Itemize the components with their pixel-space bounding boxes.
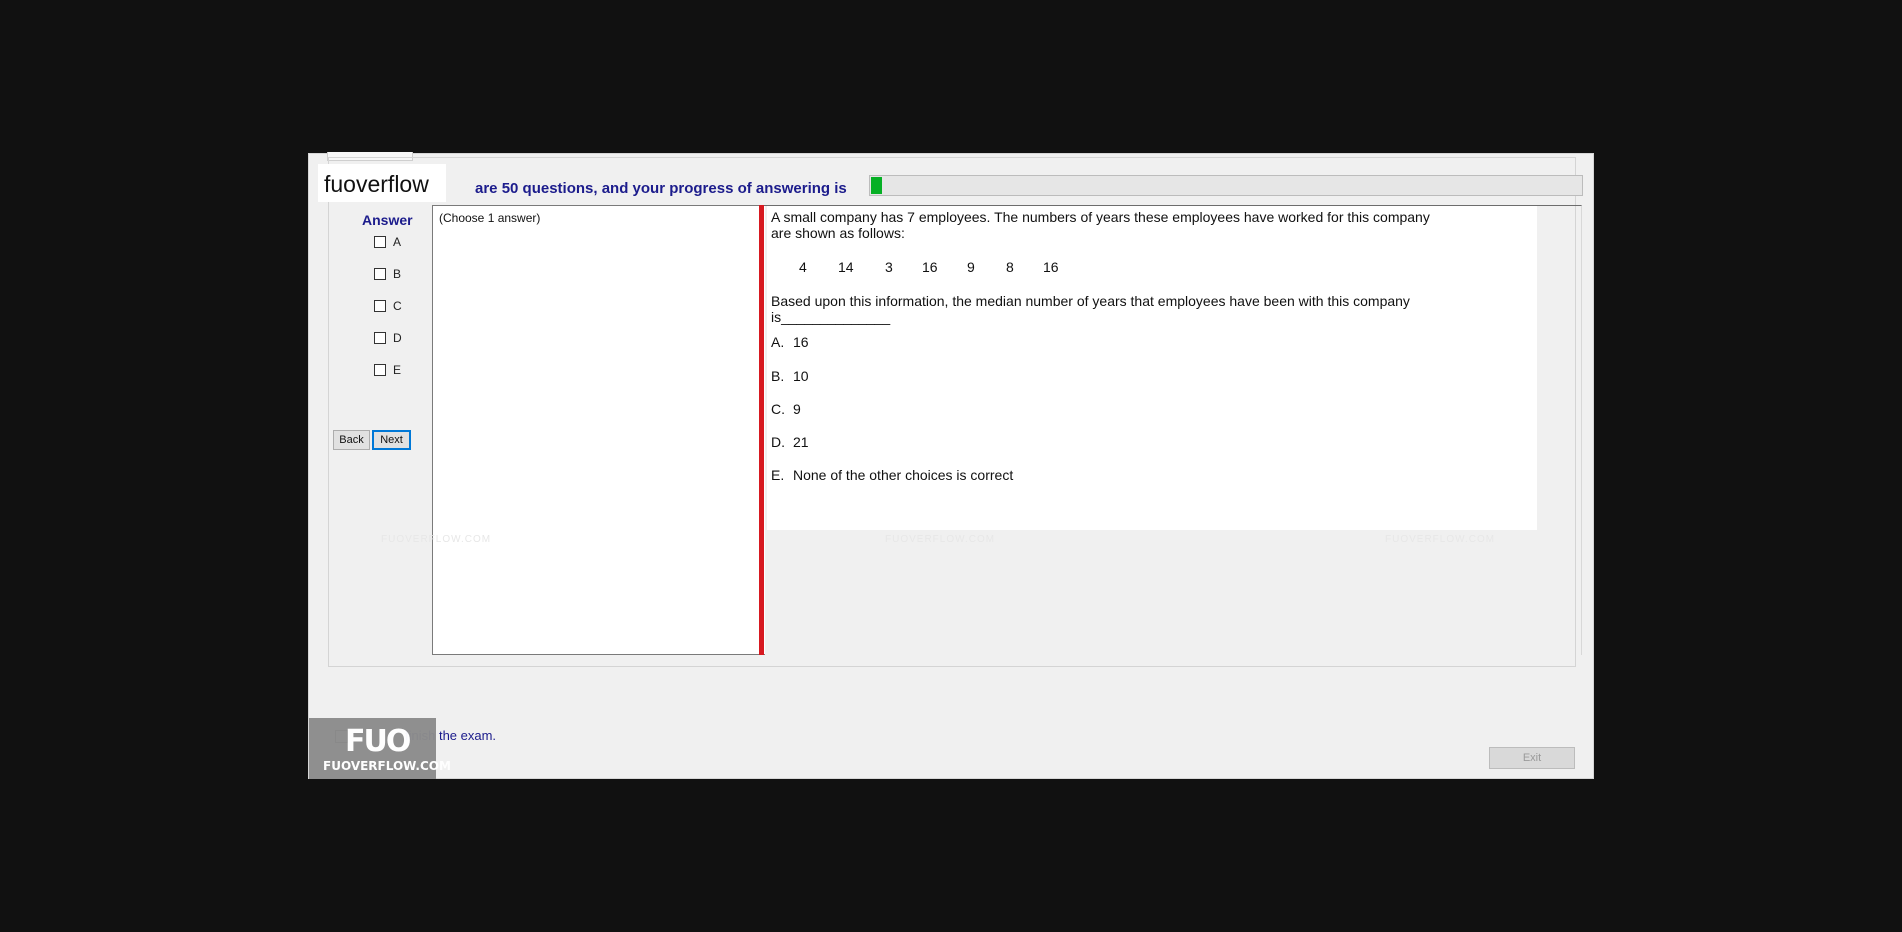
progress-bar (869, 175, 1583, 196)
choice-letter: D. (771, 434, 785, 450)
option-label: C (393, 299, 402, 313)
checkbox[interactable] (374, 300, 386, 312)
fuoverflow-logo: fuoverflow (318, 164, 446, 202)
data-number: 3 (885, 259, 893, 275)
option-label: D (393, 331, 402, 345)
choice-text: None of the other choices is correct (793, 467, 1014, 483)
watermark-text: FUOVERFLOW.COM (381, 534, 492, 545)
question-prompt-2: is______________ (771, 309, 891, 325)
fuoverflow-badge: FUO FUOVERFLOW.COM (309, 718, 451, 779)
choice-d: D. 21 (771, 434, 809, 450)
checkbox[interactable] (374, 236, 386, 248)
choice-c: C. 9 (771, 401, 801, 417)
question-prompt-1: Based upon this information, the median … (771, 293, 1410, 309)
choose-hint: (Choose 1 answer) (439, 211, 541, 225)
checkbox[interactable] (374, 364, 386, 376)
watermark-text: FUOVERFLOW.COM (1385, 534, 1496, 545)
answer-title: Answer (362, 212, 413, 228)
choice-text: 10 (793, 368, 809, 384)
data-number: 14 (838, 259, 854, 275)
data-number: 8 (1006, 259, 1014, 275)
badge-logo: FUO (345, 724, 411, 759)
badge-site: FUOVERFLOW.COM (323, 759, 451, 773)
option-label: A (393, 235, 402, 249)
choice-letter: A. (771, 334, 785, 350)
option-label: B (393, 267, 402, 281)
progress-fill (871, 177, 882, 194)
exam-window: fuoverflow are 50 questions, and your pr… (308, 152, 1594, 779)
choice-text: 16 (793, 334, 809, 350)
option-label: E (393, 363, 402, 377)
watermark-text: FUOVERFLOW.COM (885, 534, 996, 545)
choice-e: E. None of the other choices is correct (771, 467, 1013, 483)
question-line-2: are shown as follows: (771, 225, 905, 241)
data-number: 4 (799, 259, 807, 275)
data-number: 16 (1043, 259, 1059, 275)
next-button[interactable]: Next (372, 430, 411, 450)
progress-label: are 50 questions, and your progress of a… (475, 180, 847, 197)
checkbox[interactable] (374, 332, 386, 344)
choice-letter: C. (771, 401, 785, 417)
choice-a: A. 16 (771, 334, 809, 350)
choice-letter: B. (771, 368, 785, 384)
choice-b: B. 10 (771, 368, 809, 384)
back-button[interactable]: Back (333, 430, 370, 450)
choice-text: 9 (793, 401, 801, 417)
logo-text: fuoverflow (324, 171, 429, 197)
choice-text: 21 (793, 434, 809, 450)
choice-letter: E. (771, 467, 785, 483)
exam-group: are 50 questions, and your progress of a… (328, 157, 1583, 667)
answer-panel: (Choose 1 answer) (432, 205, 765, 655)
data-number: 9 (967, 259, 975, 275)
question-panel: A small company has 7 employees. The num… (767, 206, 1537, 530)
data-number: 16 (922, 259, 938, 275)
checkbox[interactable] (374, 268, 386, 280)
exit-button[interactable]: Exit (1489, 747, 1575, 769)
question-line-1: A small company has 7 employees. The num… (771, 209, 1430, 225)
